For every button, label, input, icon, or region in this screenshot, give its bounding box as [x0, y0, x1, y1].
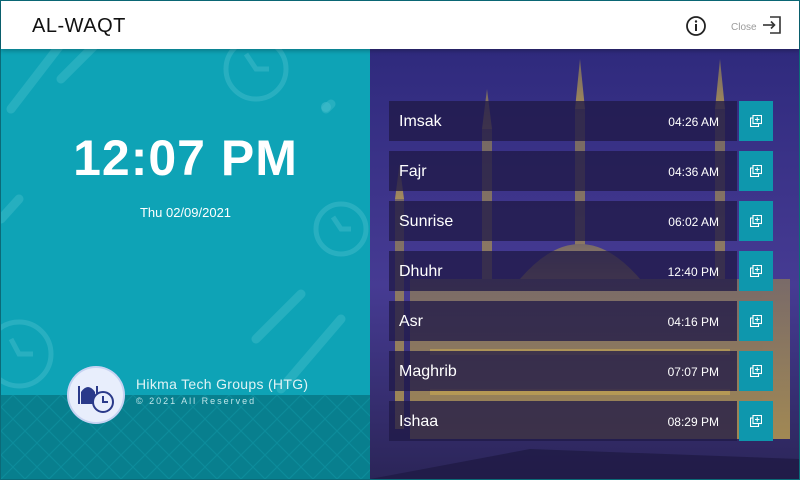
clock-panel: 12:07 PM Thu 02/09/2021 Hikma Tech Group… [1, 49, 370, 479]
prayer-name: Dhuhr [399, 263, 443, 280]
prayer-time: 12:40 PM [667, 265, 719, 279]
prayer-row-fajr: Fajr 04:36 AM [389, 151, 773, 191]
prayer-bar: Sunrise 06:02 AM [389, 201, 737, 241]
app-title: AL-WAQT [32, 15, 126, 37]
prayer-action-button[interactable] [739, 201, 773, 241]
current-date: Thu 02/09/2021 [139, 205, 232, 220]
info-icon[interactable] [685, 15, 707, 37]
prayer-action-button[interactable] [739, 301, 773, 341]
prayer-bar: Fajr 04:36 AM [389, 151, 737, 191]
add-to-collection-icon [750, 115, 762, 127]
prayer-row-sunrise: Sunrise 06:02 AM [389, 201, 773, 241]
close-button[interactable]: Close [731, 13, 783, 41]
prayer-bar: Dhuhr 12:40 PM [389, 251, 737, 291]
prayer-name: Fajr [399, 163, 427, 180]
prayer-name: Maghrib [399, 363, 457, 380]
add-to-collection-icon [750, 215, 762, 227]
prayer-row-maghrib: Maghrib 07:07 PM [389, 351, 773, 391]
app-header: AL-WAQT Close [1, 1, 799, 49]
prayer-action-button[interactable] [739, 351, 773, 391]
prayer-time: 04:16 PM [667, 315, 719, 329]
prayer-time: 04:26 AM [668, 115, 719, 129]
exit-icon [761, 14, 783, 41]
prayer-action-button[interactable] [739, 251, 773, 291]
prayer-time: 04:36 AM [668, 165, 719, 179]
prayer-time: 06:02 AM [668, 215, 719, 229]
prayer-name: Imsak [399, 113, 442, 130]
prayer-row-asr: Asr 04:16 PM [389, 301, 773, 341]
prayer-bar: Maghrib 07:07 PM [389, 351, 737, 391]
prayer-bar: Imsak 04:26 AM [389, 101, 737, 141]
prayer-bar: Asr 04:16 PM [389, 301, 737, 341]
footer-pattern [1, 395, 370, 479]
prayer-row-imsak: Imsak 04:26 AM [389, 101, 773, 141]
prayer-action-button[interactable] [739, 401, 773, 441]
prayer-action-button[interactable] [739, 101, 773, 141]
copyright-text: © 2021 All Reserved [136, 396, 257, 406]
prayer-name: Sunrise [399, 213, 454, 230]
footer-band [1, 395, 370, 479]
prayer-times-panel: Imsak 04:26 AM Fajr 04:36 AM Sunrise 06:02 AM… [370, 49, 799, 479]
prayer-action-button[interactable] [739, 151, 773, 191]
prayer-time: 07:07 PM [667, 365, 719, 379]
company-name: Hikma Tech Groups (HTG) [136, 376, 309, 392]
company-logo [69, 368, 123, 422]
close-label: Close [731, 21, 757, 33]
add-to-collection-icon [750, 365, 762, 377]
add-to-collection-icon [750, 165, 762, 177]
prayer-row-ishaa: Ishaa 08:29 PM [389, 401, 773, 441]
prayer-name: Asr [399, 313, 423, 330]
add-to-collection-icon [750, 265, 762, 277]
prayer-bar: Ishaa 08:29 PM [389, 401, 737, 441]
prayer-time: 08:29 PM [667, 415, 719, 429]
current-time: 12:07 PM [73, 130, 298, 186]
add-to-collection-icon [750, 415, 762, 427]
prayer-name: Ishaa [399, 413, 439, 430]
add-to-collection-icon [750, 315, 762, 327]
prayer-row-dhuhr: Dhuhr 12:40 PM [389, 251, 773, 291]
